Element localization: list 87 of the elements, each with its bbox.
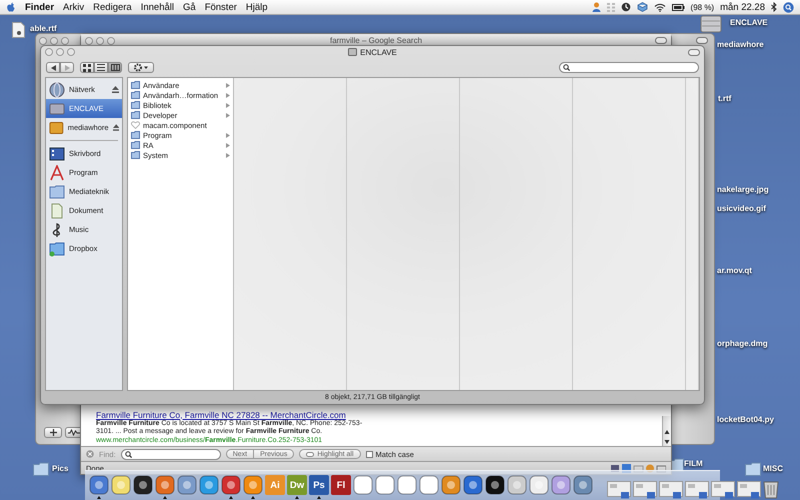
- match-case-checkbox[interactable]: [366, 450, 373, 458]
- globe-icon: [49, 82, 65, 98]
- window-title: ENCLAVE: [360, 48, 397, 56]
- clock-icon[interactable]: [620, 2, 631, 12]
- app-icon[interactable]: [133, 475, 153, 495]
- search-icon: [124, 450, 132, 458]
- action-menu-button[interactable]: [128, 62, 154, 73]
- app-icon[interactable]: [463, 475, 483, 495]
- toolbar-toggle-icon[interactable]: [688, 48, 700, 56]
- columns-icon: [110, 64, 120, 71]
- file-label[interactable]: nakelarge.jpg: [717, 185, 769, 194]
- drive-icon: [49, 100, 65, 116]
- result-link[interactable]: Farmville Furniture Co, Farmville NC 27828 -- MerchantCircle.com: [96, 410, 346, 420]
- desktop-icon: [49, 146, 65, 162]
- folder-icon[interactable]: [33, 462, 49, 476]
- menu-item[interactable]: Redigera: [93, 2, 132, 12]
- file-label[interactable]: t.rtf: [718, 94, 732, 103]
- menu-clock[interactable]: mån 22.28: [720, 2, 765, 12]
- search-icon: [563, 64, 570, 71]
- heart-icon: [131, 121, 140, 129]
- folder-icon: [49, 240, 65, 256]
- list-icon: [97, 64, 105, 71]
- window-title: farmville – Google Search: [330, 36, 422, 45]
- column-view-button[interactable]: [108, 62, 122, 73]
- window-thumbnail[interactable]: [659, 481, 683, 499]
- back-button[interactable]: [46, 62, 60, 73]
- file-label[interactable]: usicvideo.gif: [717, 204, 766, 213]
- scroll-arrows-icon[interactable]: [663, 428, 671, 446]
- toolbar-toggle-icon[interactable]: [655, 37, 667, 44]
- battery-icon[interactable]: [672, 4, 685, 10]
- left-arrow-icon: [50, 64, 56, 70]
- app-icon[interactable]: [485, 475, 505, 495]
- applications-icon: [49, 164, 65, 180]
- menu-item[interactable]: Fönster: [204, 2, 237, 12]
- app-icon[interactable]: [221, 475, 241, 495]
- battery-percentage: (98 %): [690, 2, 714, 12]
- menu-item[interactable]: Finder: [25, 2, 54, 12]
- toolbar-toggle-icon[interactable]: [696, 37, 708, 44]
- folder-icon[interactable]: [745, 462, 761, 476]
- file-label[interactable]: ENCLAVE: [730, 18, 768, 27]
- file-label[interactable]: orphage.dmg: [717, 339, 768, 348]
- add-button[interactable]: [44, 427, 62, 438]
- window-thumbnail[interactable]: [737, 481, 761, 499]
- right-arrow-icon: [64, 64, 70, 70]
- file-label[interactable]: ar.mov.qt: [717, 266, 752, 275]
- scrollbar[interactable]: [662, 416, 671, 446]
- window-thumbnail[interactable]: [685, 481, 709, 499]
- menu-item[interactable]: Innehåll: [140, 2, 174, 12]
- plus-icon: [50, 429, 56, 436]
- wifi-icon[interactable]: [654, 2, 666, 12]
- pill-icon: [306, 452, 314, 456]
- menu-item[interactable]: Gå: [183, 2, 196, 12]
- bluetooth-icon[interactable]: [771, 2, 777, 12]
- app-icon[interactable]: Ps: [309, 475, 329, 495]
- app-icon[interactable]: Fl: [331, 475, 351, 495]
- close-icon[interactable]: [86, 450, 94, 458]
- search-field[interactable]: [559, 62, 699, 73]
- search-icon[interactable]: [783, 2, 794, 12]
- document-icon[interactable]: [12, 22, 25, 38]
- usb-drive-icon: [49, 120, 64, 136]
- file-label[interactable]: MISC: [763, 464, 783, 473]
- eject-icon[interactable]: [112, 86, 119, 93]
- file-label[interactable]: FILM: [684, 459, 703, 468]
- window-thumbnail[interactable]: [711, 481, 735, 499]
- gear-icon: [133, 63, 149, 72]
- document-icon: [49, 202, 65, 218]
- trash-icon[interactable]: [763, 479, 779, 499]
- find-field[interactable]: [120, 448, 221, 460]
- window-thumbnail[interactable]: [633, 481, 657, 499]
- box-icon[interactable]: [636, 2, 648, 12]
- eject-icon[interactable]: [112, 124, 119, 131]
- list-view-button[interactable]: [94, 62, 108, 73]
- icon-view-button[interactable]: [80, 62, 94, 73]
- file-label[interactable]: mediawhore: [717, 40, 764, 49]
- waveform-icon: [68, 429, 80, 436]
- file-label[interactable]: Pics: [52, 464, 68, 473]
- menu-item[interactable]: Hjälp: [246, 2, 268, 12]
- window-thumbnail[interactable]: [607, 481, 631, 499]
- menu-item[interactable]: Arkiv: [63, 2, 84, 12]
- file-label[interactable]: locketBot04.py: [717, 415, 774, 424]
- apple-icon[interactable]: [6, 2, 16, 12]
- drive-icon: [348, 48, 358, 56]
- drive-icon[interactable]: [700, 15, 722, 33]
- file-label[interactable]: able.rtf: [30, 24, 57, 33]
- grid-icon: [83, 64, 91, 72]
- folder-icon: [49, 184, 65, 200]
- person-icon[interactable]: [592, 2, 601, 12]
